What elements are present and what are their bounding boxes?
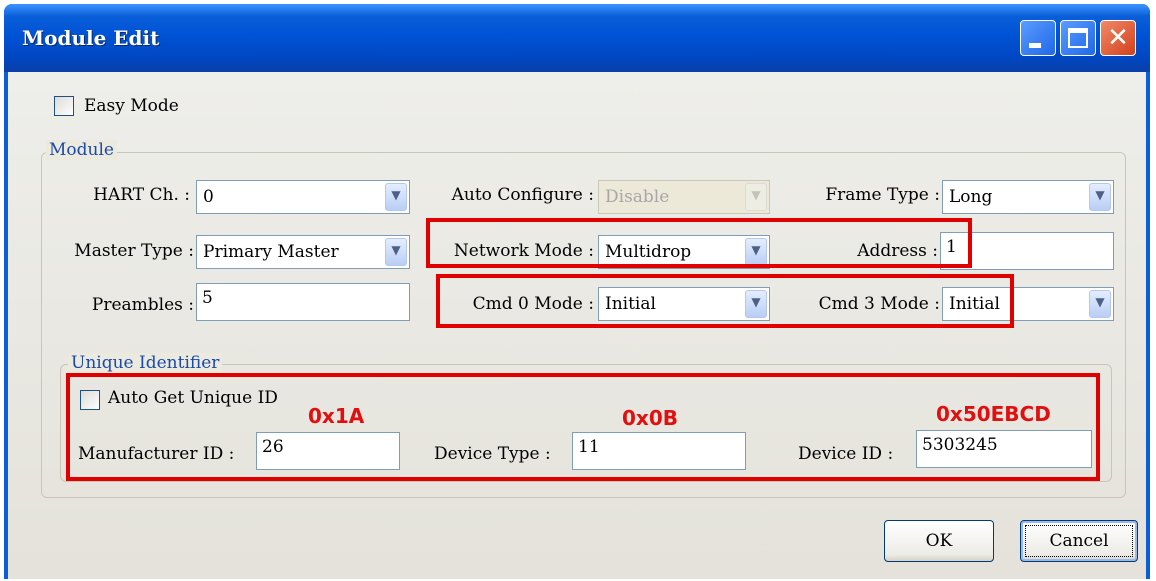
frame-type-value: Long [949,187,993,207]
close-icon: ✕ [1107,23,1129,53]
hart-ch-value: 0 [203,187,214,207]
master-type-select[interactable]: Primary Master ▼ [196,235,410,269]
master-type-label: Master Type : [74,241,194,261]
auto-configure-label: Auto Configure : [451,185,594,205]
hart-ch-select[interactable]: 0 ▼ [196,180,410,214]
frame-type-label: Frame Type : [825,185,940,205]
chevron-down-icon[interactable]: ▼ [1089,183,1111,211]
auto-configure-value: Disable [605,187,670,207]
maximize-button[interactable] [1060,20,1096,56]
easy-mode-label: Easy Mode [84,96,179,116]
auto-configure-select: Disable ▼ [598,180,770,214]
frame-type-select[interactable]: Long ▼ [942,180,1114,214]
cmd-mode-highlight [436,274,1014,328]
chevron-down-icon[interactable]: ▼ [385,183,407,211]
easy-mode-checkbox[interactable] [54,96,74,116]
minimize-icon [1021,21,1055,55]
hart-ch-label: HART Ch. : [93,185,190,205]
dialog-client-area: Easy Mode Module HART Ch. : 0 ▼ Auto Con… [8,72,1146,579]
module-edit-window: Module Edit ✕ Easy Mode Module HART Ch. … [4,4,1150,579]
cancel-button-label: Cancel [1049,531,1109,551]
module-legend: Module [46,140,117,160]
preambles-label: Preambles : [91,295,194,315]
ok-button-label: OK [925,531,953,551]
window-title: Module Edit [22,26,160,50]
chevron-down-icon: ▼ [745,183,767,211]
chevron-down-icon[interactable]: ▼ [1089,290,1111,318]
title-bar[interactable]: Module Edit ✕ [4,4,1150,72]
master-type-value: Primary Master [203,242,339,262]
preambles-input[interactable]: 5 [196,283,410,321]
minimize-button[interactable] [1020,20,1056,56]
unique-identifier-legend: Unique Identifier [68,353,223,373]
ok-button[interactable]: OK [884,520,994,562]
maximize-icon [1061,21,1095,55]
close-button[interactable]: ✕ [1100,20,1136,56]
network-mode-address-highlight [426,218,972,268]
unique-identifier-highlight [66,373,1100,481]
chevron-down-icon[interactable]: ▼ [385,238,407,266]
preambles-value: 5 [202,288,213,308]
cancel-button[interactable]: Cancel [1020,520,1138,562]
